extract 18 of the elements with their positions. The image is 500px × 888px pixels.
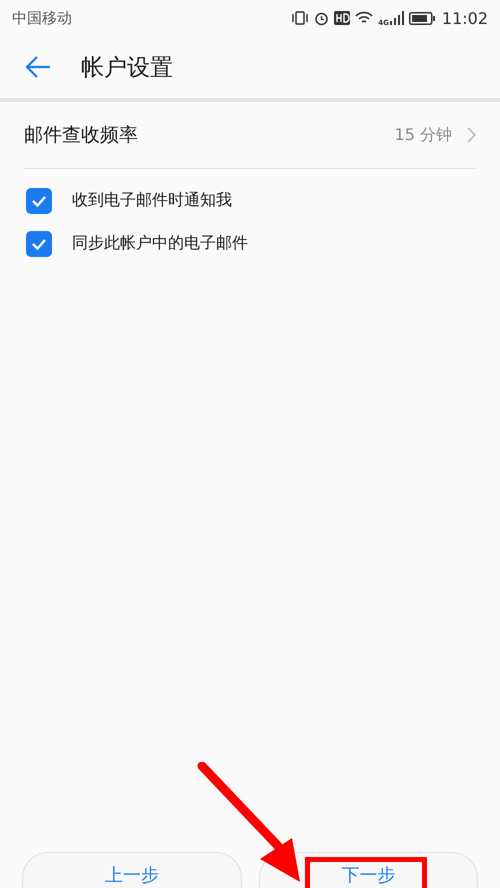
hd-icon: [334, 11, 350, 25]
checkbox[interactable]: [26, 230, 52, 256]
checkmark-icon: [31, 236, 47, 250]
wifi-icon: [355, 11, 374, 25]
chevron-right-icon: [466, 127, 476, 143]
checkbox-label: 同步此帐户中的电子邮件: [72, 233, 248, 254]
vibrate-icon: [291, 11, 310, 25]
previous-step-button[interactable]: 上一步: [22, 852, 242, 888]
alarm-icon: [314, 10, 330, 26]
checkmark-icon: [31, 194, 47, 208]
page-title: 帐户设置: [81, 54, 173, 82]
settings-row[interactable]: 邮件查收频率 15 分钟: [24, 102, 476, 169]
checkbox-label: 收到电子邮件时通知我: [72, 190, 232, 211]
signal-icon: [390, 11, 404, 25]
battery-icon: [408, 12, 435, 24]
clock-time: 11:02: [442, 8, 488, 28]
checkbox[interactable]: [26, 188, 52, 214]
carrier-name: 中国移动: [12, 8, 72, 28]
